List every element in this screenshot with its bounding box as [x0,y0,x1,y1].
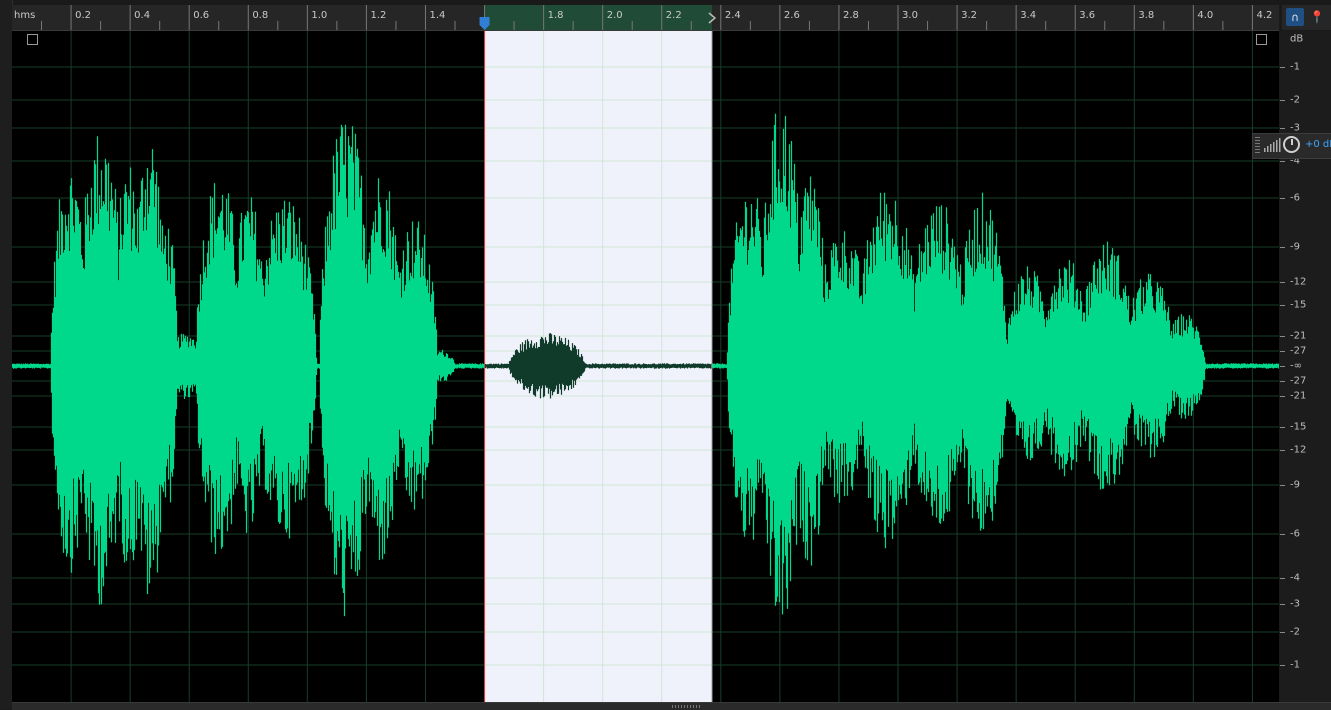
volume-hud[interactable]: +0 dB [1252,133,1331,159]
db-scale-tick [1280,366,1285,367]
waveform-canvas[interactable] [12,31,1279,702]
ruler-tick-label: 2.6 [783,10,800,21]
db-scale-label: -6 [1290,192,1300,204]
db-scale-tick [1280,632,1285,633]
db-scale-label: -15 [1290,299,1307,311]
db-scale-tick [1280,485,1285,486]
db-scale-tick [1280,100,1285,101]
ruler-tick-label: 1.4 [429,10,446,21]
db-scale-label: -∞ [1290,360,1302,372]
volume-knob-icon[interactable] [1283,136,1300,153]
ruler-tick-label: 3.0 [902,10,918,21]
db-scale-label: -4 [1290,572,1300,584]
ruler-tick-label: 2.4 [724,10,741,21]
ruler-tick-label: 1.8 [547,10,564,21]
ruler-tick-label: 3.6 [1079,10,1096,21]
db-scale-tick [1280,604,1285,605]
ruler-tick-label: 3.8 [1138,10,1155,21]
db-scale-tick [1280,381,1285,382]
db-scale-label: -3 [1290,598,1300,610]
hud-grip-icon[interactable] [1255,137,1260,155]
db-scale-tick [1280,128,1285,129]
db-scale-label: -27 [1290,345,1307,357]
ruler-tick-label: 2.2 [665,10,682,21]
db-scale-label: -21 [1290,390,1307,402]
ruler-tick-label: 1.2 [370,10,387,21]
db-scale-tick [1280,665,1285,666]
db-scale-tick [1280,427,1285,428]
db-scale-label: -2 [1290,94,1300,106]
ruler-tick-label: 0.6 [193,10,210,21]
db-unit-label: dB [1290,33,1304,45]
db-scale-tick [1280,396,1285,397]
db-scale-tick [1280,161,1285,162]
db-scale-tick [1280,351,1285,352]
db-scale-label: -6 [1290,528,1300,540]
db-scale-tick [1280,578,1285,579]
waveform-editor: hms 0.20.40.60.81.01.21.41.61.82.02.22.4… [0,0,1331,710]
ruler-tick-label: 4.2 [1256,10,1273,21]
db-scale-tick [1280,198,1285,199]
db-scale-label: -2 [1290,626,1300,638]
time-ruler[interactable]: hms 0.20.40.60.81.01.21.41.61.82.02.22.4… [12,5,1279,31]
ruler-toolbar: ∩ 📍 [1282,5,1331,30]
db-scale-tick [1280,305,1285,306]
db-scale-label: -12 [1290,276,1307,288]
db-scale-label: -27 [1290,375,1307,387]
zoom-in-icon[interactable] [27,34,38,45]
magnet-icon[interactable]: ∩ [1286,8,1304,26]
ruler-tick-label: 2.0 [606,10,623,21]
ruler-tick-label: 4.0 [1197,10,1214,21]
ruler-tick-label: 1.0 [311,10,328,21]
ruler-tick-label: 3.4 [1020,10,1037,21]
db-scale-label: -1 [1290,61,1300,73]
db-scale-tick [1280,450,1285,451]
zoom-out-icon[interactable] [1256,34,1267,45]
ruler-tick-label: 3.2 [961,10,978,21]
ruler-tick-label: 2.8 [842,10,859,21]
ruler-tick-label: 0.4 [134,10,151,21]
db-scale-label: -9 [1290,241,1300,253]
db-scale-tick [1280,247,1285,248]
db-scale-label: -15 [1290,421,1307,433]
db-scale-tick [1280,534,1285,535]
db-scale-label: -12 [1290,444,1307,456]
ruler-tick-label: 0.8 [252,10,269,21]
db-scale-tick [1280,336,1285,337]
level-bars-icon [1264,138,1281,152]
waveform-display[interactable] [12,31,1279,702]
ruler-tick-label: 0.2 [75,10,92,21]
db-scale-label: -9 [1290,479,1300,491]
volume-value: +0 dB [1305,139,1331,150]
scroll-grip-icon[interactable] [672,705,700,708]
pin-icon[interactable]: 📍 [1310,8,1325,26]
db-scale-tick [1280,67,1285,68]
db-scale: dB -1 -2 -3 -4 -6 -9 -12 -15 -21 -27 -∞ -27 -21 -15 -1… [1280,31,1331,702]
db-scale-tick [1280,282,1285,283]
db-scale-label: -1 [1290,659,1300,671]
db-scale-label: -3 [1290,122,1300,134]
db-scale-label: -21 [1290,330,1307,342]
